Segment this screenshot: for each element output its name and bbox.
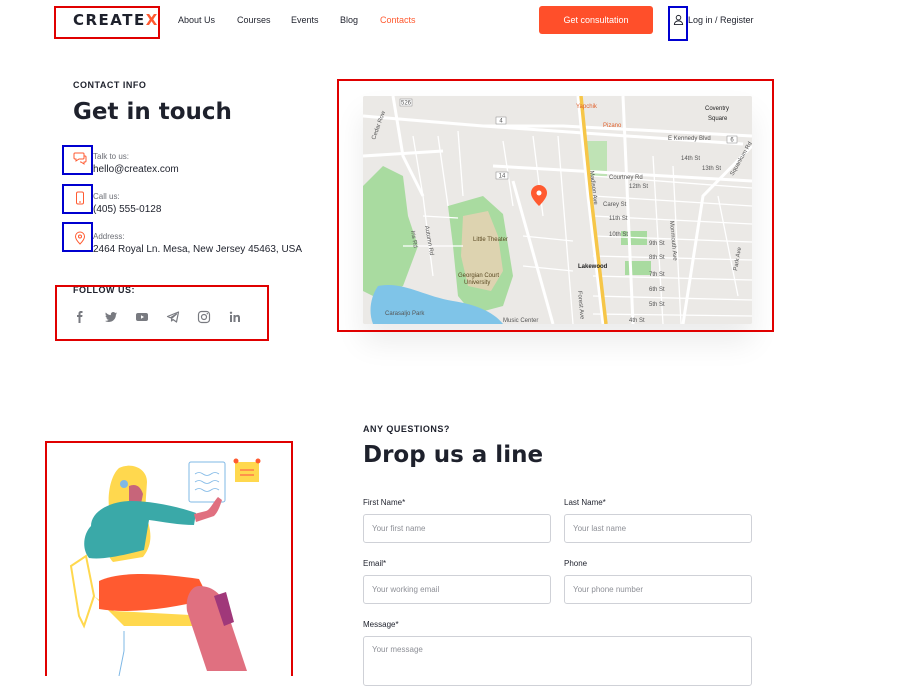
phone-label: Phone <box>564 559 588 568</box>
annotation-box-social <box>55 285 269 341</box>
phone-link[interactable]: (405) 555-0128 <box>93 204 161 215</box>
form-title: Drop us a line <box>363 442 544 468</box>
last-name-placeholder: Your last name <box>573 524 627 533</box>
talk-label: Talk to us: <box>93 152 130 161</box>
phone-input[interactable]: Your phone number <box>564 575 752 604</box>
annotation-box-pin <box>62 222 93 252</box>
phone-placeholder: Your phone number <box>573 585 643 594</box>
annotation-box-logo <box>54 6 160 39</box>
address-label: Address: <box>93 232 125 241</box>
nav-blog[interactable]: Blog <box>340 15 358 25</box>
message-label: Message* <box>363 620 399 629</box>
last-name-input[interactable]: Your last name <box>564 514 752 543</box>
nav-about-us[interactable]: About Us <box>178 15 215 25</box>
first-name-label: First Name* <box>363 498 406 507</box>
message-textarea[interactable]: Your message <box>363 636 752 686</box>
annotation-box-user <box>668 6 688 41</box>
get-consultation-button[interactable]: Get consultation <box>539 6 653 34</box>
form-eyebrow: ANY QUESTIONS? <box>363 424 450 434</box>
nav-events[interactable]: Events <box>291 15 319 25</box>
email-link[interactable]: hello@createx.com <box>93 164 179 175</box>
nav-contacts[interactable]: Contacts <box>380 15 416 25</box>
email-label: Email* <box>363 559 387 568</box>
login-register-label: Log in / Register <box>688 14 754 25</box>
annotation-box-map <box>337 79 774 332</box>
last-name-label: Last Name* <box>564 498 606 507</box>
annotation-box-illustration <box>45 441 293 676</box>
email-input[interactable]: Your working email <box>363 575 551 604</box>
address-value: 2464 Royal Ln. Mesa, New Jersey 45463, U… <box>93 244 302 255</box>
nav-courses[interactable]: Courses <box>237 15 271 25</box>
contact-eyebrow: CONTACT INFO <box>73 80 147 90</box>
call-label: Call us: <box>93 192 120 201</box>
first-name-placeholder: Your first name <box>372 524 426 533</box>
annotation-box-phone <box>62 184 93 214</box>
email-placeholder: Your working email <box>372 585 440 594</box>
annotation-box-chat <box>62 145 93 175</box>
message-placeholder: Your message <box>372 645 423 654</box>
first-name-input[interactable]: Your first name <box>363 514 551 543</box>
contact-title: Get in touch <box>73 99 232 125</box>
